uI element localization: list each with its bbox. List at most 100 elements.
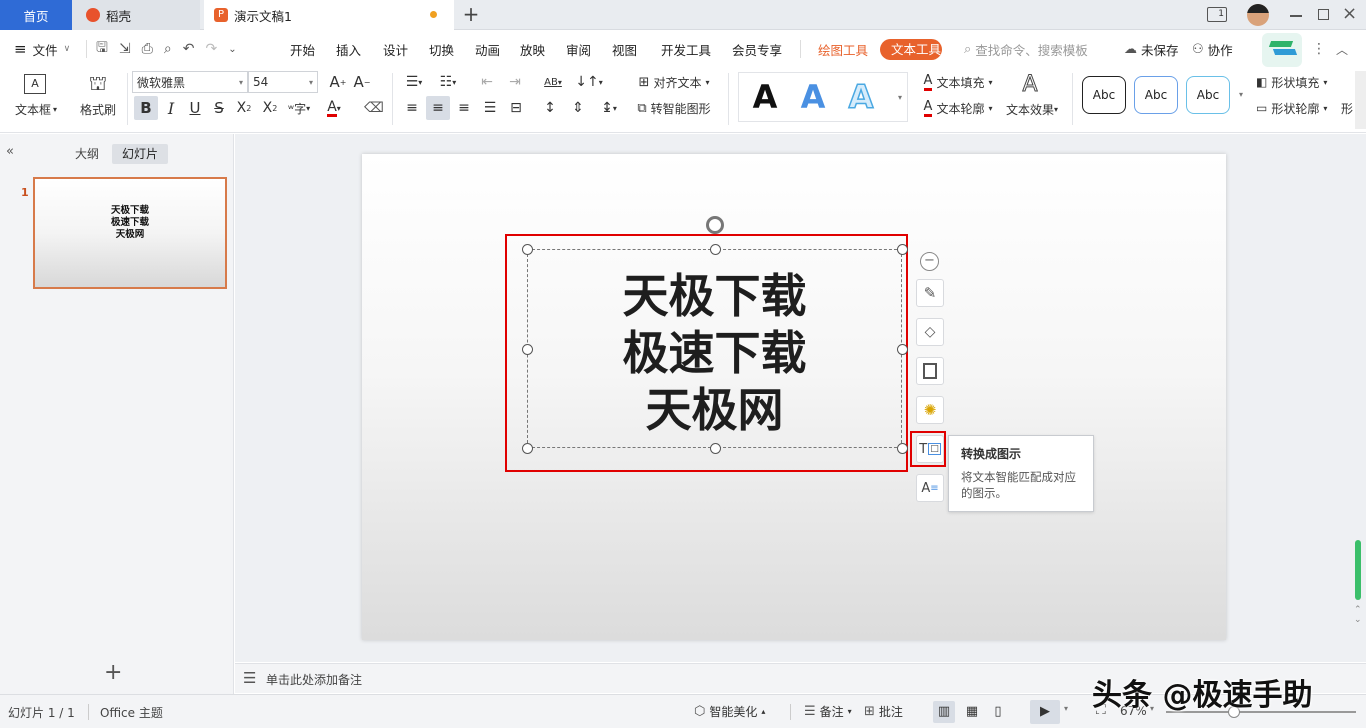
convert-smart-shape-button[interactable]: ⧉ 转智能图形 <box>632 96 716 120</box>
italic-button[interactable]: I <box>160 96 182 120</box>
vertical-scrollbar[interactable] <box>1355 540 1361 600</box>
more-options-icon[interactable]: ⋮ <box>1312 31 1326 67</box>
wordart-style-outline[interactable]: A <box>841 77 881 117</box>
text-layout-icon[interactable]: A ≡ <box>916 474 944 502</box>
menu-tab-design[interactable]: 设计 <box>383 31 408 67</box>
tab-daoke[interactable]: 稻壳 <box>72 0 200 30</box>
new-tab-icon[interactable]: + <box>460 4 482 26</box>
font-color-button[interactable]: A ▾ <box>320 96 348 120</box>
increase-font-icon[interactable]: A + <box>328 71 348 93</box>
subscript-button[interactable]: X2 <box>258 96 282 120</box>
textbox-icon[interactable]: A <box>10 71 60 97</box>
menu-tab-text-tools[interactable]: 文本工具 <box>880 39 942 60</box>
menu-tab-member[interactable]: 会员专享 <box>732 31 782 67</box>
undo-icon[interactable]: ↶ <box>183 41 195 57</box>
resize-handle-s[interactable] <box>710 443 721 454</box>
gallery-expand-icon[interactable]: ▾ <box>894 85 906 109</box>
sort-icon[interactable]: ↓↑ ▾ <box>574 71 604 93</box>
restore-icon[interactable] <box>1318 9 1329 20</box>
menu-tab-insert[interactable]: 插入 <box>336 31 361 67</box>
fill-bucket-icon[interactable]: ◇ <box>916 318 944 346</box>
minimize-icon[interactable] <box>1290 15 1302 17</box>
font-size-select[interactable]: 54 ▾ <box>248 71 318 93</box>
save-icon[interactable]: 🖫 <box>96 37 108 61</box>
align-center-icon[interactable]: ≡ <box>426 96 450 120</box>
increase-indent-icon[interactable]: ⇥ <box>504 71 526 93</box>
decrease-indent-icon[interactable]: ⇤ <box>476 71 498 93</box>
slide-sorter-icon[interactable]: ▦ <box>961 701 983 723</box>
align-left-icon[interactable]: ≡ <box>400 96 424 120</box>
text-effect-icon[interactable]: A <box>1012 71 1048 97</box>
command-search[interactable]: ⌕ 查找命令、搜索模板 <box>964 31 1088 67</box>
customize-icon[interactable]: ⌄ <box>228 44 236 55</box>
comment-button[interactable]: ⊞ 批注 <box>864 703 903 720</box>
print-icon[interactable]: ⎙ <box>142 41 153 57</box>
shape-style-black[interactable]: Abc <box>1082 76 1126 114</box>
style-brush-icon[interactable]: ✎ <box>916 279 944 307</box>
theme-name[interactable]: Office 主题 <box>100 704 163 721</box>
collapse-toolbar-icon[interactable]: − <box>920 252 939 271</box>
text-fill-button[interactable]: A 文本填充 ▾ <box>916 71 1000 93</box>
numbered-list-icon[interactable]: ☷ ▾ <box>434 71 462 93</box>
column-spacing-icon[interactable]: ↨ ▾ <box>594 96 624 120</box>
wordart-style-blue[interactable]: A <box>793 77 833 117</box>
resize-handle-w[interactable] <box>522 344 533 355</box>
app-logo-icon[interactable] <box>1262 33 1302 67</box>
text-box[interactable]: 天极下载 极速下载 天极网 <box>527 249 902 448</box>
menu-tab-slideshow[interactable]: 放映 <box>520 31 545 67</box>
resize-handle-se[interactable] <box>897 443 908 454</box>
format-painter-icon[interactable]: ⛫ <box>84 71 112 97</box>
text-direction-icon[interactable]: AB ▾ <box>538 71 568 93</box>
menu-tab-start[interactable]: 开始 <box>290 31 315 67</box>
line-spacing-icon[interactable]: ↕ <box>538 96 562 120</box>
chevron-down-icon[interactable]: ▾ <box>1064 704 1068 713</box>
resize-handle-e[interactable] <box>897 344 908 355</box>
bold-button[interactable]: B <box>134 96 158 120</box>
slide-text[interactable]: 天极下载 极速下载 天极网 <box>528 268 901 439</box>
play-slideshow-icon[interactable]: ▶ <box>1030 700 1060 724</box>
add-slide-icon[interactable]: + <box>104 662 122 684</box>
shape-style-blue[interactable]: Abc <box>1134 76 1178 114</box>
align-text-button[interactable]: ⊞ 对齐文本 ▾ <box>632 71 716 93</box>
distribute-icon[interactable]: ⊟ <box>504 96 528 120</box>
clear-format-icon[interactable]: ⌫ <box>362 96 386 120</box>
close-icon[interactable]: × <box>1342 3 1357 24</box>
notes-toggle-button[interactable]: ☰ 备注 ▾ <box>804 703 852 720</box>
preview-icon[interactable]: ⌕ <box>164 41 172 57</box>
convert-to-diagram-icon[interactable]: T □ <box>916 435 944 463</box>
collab-button[interactable]: ⚇ 协作 <box>1192 31 1233 67</box>
menu-tab-developer[interactable]: 开发工具 <box>661 31 711 67</box>
format-painter-button[interactable]: 格式刷 <box>76 101 120 117</box>
lightbulb-icon[interactable]: ✺ <box>916 396 944 424</box>
file-menu[interactable]: ≡ 文件 ∨ <box>14 31 70 67</box>
window-layout-icon[interactable]: 1 <box>1207 7 1227 22</box>
decrease-font-icon[interactable]: A − <box>352 71 372 93</box>
avatar[interactable] <box>1247 4 1269 26</box>
resize-handle-ne[interactable] <box>897 244 908 255</box>
menu-tab-review[interactable]: 审阅 <box>566 31 591 67</box>
align-right-icon[interactable]: ≡ <box>452 96 476 120</box>
menu-tab-transition[interactable]: 切换 <box>429 31 454 67</box>
scroll-arrows-icon[interactable]: ⌃ ⌄ <box>1354 605 1362 625</box>
collapse-panel-icon[interactable]: « <box>6 144 14 159</box>
ribbon-scroll[interactable] <box>1355 71 1366 129</box>
font-name-select[interactable]: 微软雅黑 ▾ <box>132 71 248 93</box>
tab-document[interactable]: P 演示文稿1 <box>204 0 454 30</box>
tab-home[interactable]: 首页 <box>0 0 72 30</box>
resize-handle-n[interactable] <box>710 244 721 255</box>
collapse-ribbon-icon[interactable]: ︿ <box>1336 31 1348 67</box>
text-effect-button[interactable]: 文本效果 ▾ <box>1002 101 1062 117</box>
underline-button[interactable]: U <box>184 96 206 120</box>
justify-icon[interactable]: ☰ <box>478 96 502 120</box>
tab-outline[interactable]: 大纲 <box>68 144 106 164</box>
phonetic-guide-icon[interactable]: ʷ字 ▾ <box>284 96 314 120</box>
resize-handle-nw[interactable] <box>522 244 533 255</box>
gallery-expand-icon[interactable]: ▾ <box>1236 81 1246 107</box>
rotate-handle-icon[interactable] <box>706 216 724 234</box>
cloud-save-status[interactable]: ☁ 未保存 <box>1124 31 1179 67</box>
ribbon-more-button[interactable]: 形 <box>1341 96 1353 120</box>
superscript-button[interactable]: X2 <box>232 96 256 120</box>
normal-view-icon[interactable]: ▥ <box>933 701 955 723</box>
wordart-style-black[interactable]: A <box>745 77 785 117</box>
strikethrough-button[interactable]: S <box>208 96 230 120</box>
